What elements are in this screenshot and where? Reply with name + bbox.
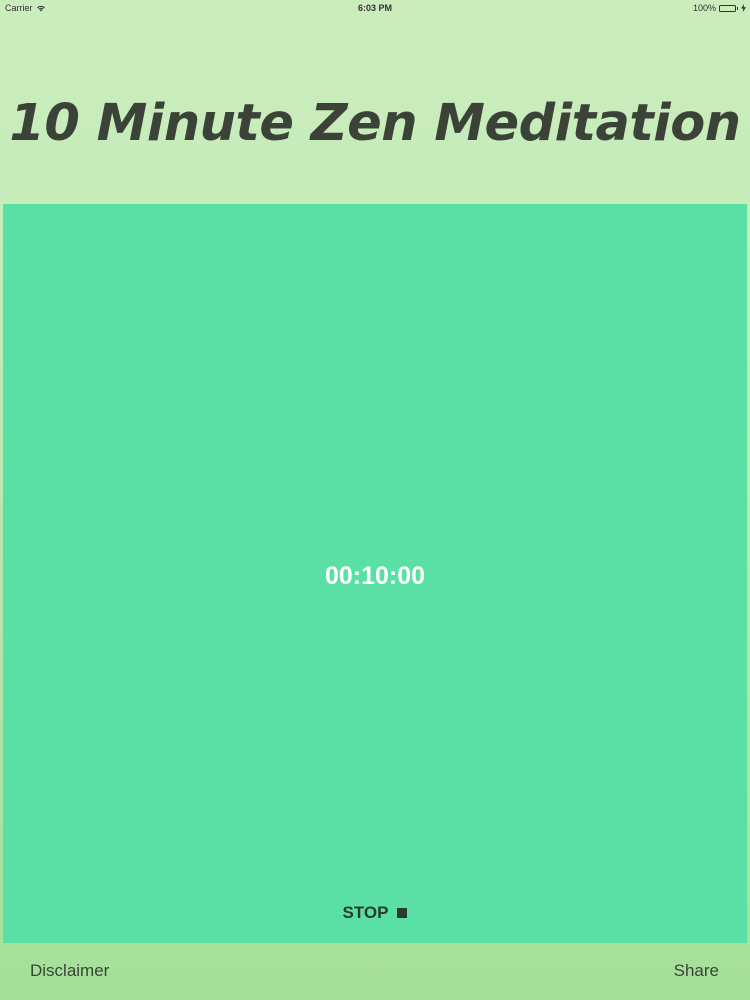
status-bar: Carrier 6:03 PM 100% <box>0 0 750 16</box>
timer-display: 00:10:00 <box>324 562 426 590</box>
share-button[interactable]: Share <box>674 961 719 981</box>
stop-icon <box>397 908 408 918</box>
battery-percent: 100% <box>692 3 716 13</box>
disclaimer-button[interactable]: Disclaimer <box>30 961 109 981</box>
timer-panel[interactable]: 00:10:00 STOP <box>3 204 747 943</box>
page-title: 10 Minute Zen Meditation <box>9 94 741 153</box>
stop-label: STOP <box>342 903 389 922</box>
charging-icon <box>741 4 746 12</box>
status-right: 100% <box>693 3 746 13</box>
battery-icon <box>719 4 738 12</box>
stop-button[interactable]: STOP <box>3 903 747 923</box>
bottom-bar: Disclaimer Share <box>0 943 750 1000</box>
status-time: 6:03 PM <box>357 3 392 13</box>
